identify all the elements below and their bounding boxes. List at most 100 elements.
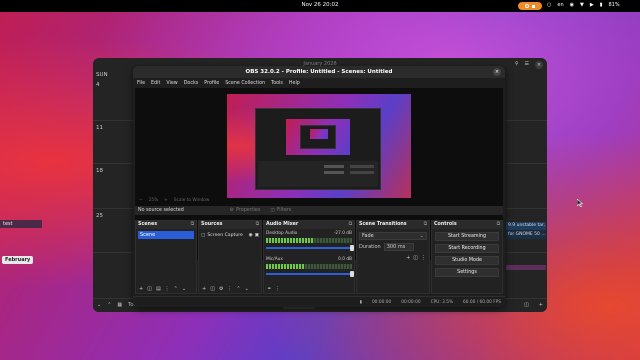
- network-icon: ▮: [359, 299, 362, 305]
- slider-handle[interactable]: [350, 245, 354, 251]
- menu-profile[interactable]: Profile: [204, 81, 219, 86]
- system-tray[interactable]: ○ en ◉ ▼ ▶ ▮ 81%: [547, 2, 620, 8]
- settings-button[interactable]: Settings: [435, 268, 499, 277]
- day-number[interactable]: 25: [96, 213, 103, 219]
- menu-tools[interactable]: Tools: [271, 81, 283, 86]
- calendar-event[interactable]: [506, 265, 546, 270]
- slider-handle[interactable]: [350, 271, 354, 277]
- studio-mode-button[interactable]: Studio Mode: [435, 256, 499, 265]
- no-source-label: No source selected: [138, 208, 184, 213]
- scene-list-item[interactable]: Scene: [138, 231, 194, 239]
- link-icon[interactable]: ⚭: [267, 286, 271, 292]
- more-icon[interactable]: ⋮: [275, 286, 280, 292]
- lock-icon[interactable]: ▣: [255, 233, 259, 238]
- transition-select[interactable]: Fade ⌄: [359, 232, 427, 240]
- mouse-cursor-icon: [577, 199, 583, 207]
- search-icon[interactable]: ⚲: [515, 61, 519, 69]
- close-icon[interactable]: ×: [493, 68, 501, 76]
- top-bar: Nov 26 20:02 ○ en ◉ ▼ ▶ ▮ 81%: [0, 0, 640, 12]
- mixer-channel: Desktop Audio -27.0 dB: [266, 231, 354, 255]
- clock[interactable]: Nov 26 20:02: [0, 2, 640, 8]
- dock-options-icon[interactable]: ⧉: [191, 221, 194, 229]
- dock-options-icon[interactable]: ⧉: [424, 221, 427, 229]
- language-indicator[interactable]: en: [557, 2, 563, 8]
- duration-input[interactable]: 300 ms: [383, 243, 415, 251]
- zoom-in-icon[interactable]: +: [164, 198, 168, 203]
- day-header: SUN: [96, 72, 108, 78]
- more-icon[interactable]: ⋮: [421, 255, 426, 261]
- accessibility-icon: ○: [547, 2, 552, 8]
- add-icon[interactable]: +: [406, 255, 410, 261]
- stop-icon: [532, 4, 535, 8]
- trash-icon[interactable]: ◫: [413, 255, 418, 261]
- calendar-header-actions: ⚲ ☰ ×: [515, 61, 543, 69]
- month-badge: February: [2, 256, 34, 264]
- monitor-icon: ▢: [201, 232, 206, 238]
- menu-view[interactable]: View: [166, 81, 177, 86]
- move-up-icon[interactable]: ⌃: [236, 286, 240, 292]
- move-up-icon[interactable]: ⌃: [174, 286, 178, 292]
- menu-help[interactable]: Help: [289, 81, 300, 86]
- wifi-icon: ▼: [580, 2, 584, 8]
- menu-edit[interactable]: Edit: [151, 81, 160, 86]
- dock-options-icon[interactable]: ⧉: [256, 221, 259, 229]
- window-title: OBS 32.0.2 - Profile: Untitled - Scenes:…: [133, 66, 505, 78]
- chevron-up-icon[interactable]: ⌃: [107, 302, 111, 308]
- day-number[interactable]: 4: [96, 82, 100, 88]
- move-down-icon[interactable]: ⌄: [182, 286, 186, 292]
- move-down-icon[interactable]: ⌄: [245, 286, 249, 292]
- calendar-event[interactable]: for GNOME 50 …: [506, 231, 546, 239]
- sidebar-icon[interactable]: ◫: [524, 302, 529, 308]
- zoom-out-icon[interactable]: −: [139, 198, 143, 203]
- gear-icon[interactable]: ⚙: [219, 286, 223, 292]
- meter-level: [266, 238, 314, 243]
- day-number[interactable]: 18: [96, 168, 103, 174]
- dock-title: Scene Transitions: [359, 222, 407, 227]
- controls-dock: Controls ⧉ Start Streaming Start Recordin…: [431, 220, 503, 294]
- scale-mode[interactable]: Scale to Window: [174, 198, 210, 203]
- menu-docks[interactable]: Docks: [184, 81, 199, 86]
- menu-bar: File Edit View Docks Profile Scene Colle…: [133, 79, 505, 87]
- channel-volume-db: -27.0 dB: [333, 231, 352, 236]
- nested-docks: [258, 161, 378, 187]
- add-icon[interactable]: +: [202, 286, 206, 292]
- channel-volume-db: 0.0 dB: [338, 257, 352, 262]
- start-streaming-button[interactable]: Start Streaming: [435, 232, 499, 241]
- menu-icon[interactable]: ☰: [525, 61, 529, 69]
- volume-slider[interactable]: [266, 245, 354, 251]
- menu-scene-collection[interactable]: Scene Collection: [225, 81, 265, 86]
- preview-statusbar: − 25% + Scale to Window: [135, 196, 503, 204]
- source-list-item[interactable]: ▢ Screen Capture ◉ ▣: [201, 231, 259, 239]
- calendar-event[interactable]: 9.9 unstable tar…: [506, 222, 546, 230]
- record-icon: [525, 4, 529, 8]
- dock-title: Audio Mixer: [266, 222, 299, 227]
- trash-icon[interactable]: ◫: [210, 286, 215, 292]
- menu-file[interactable]: File: [137, 81, 145, 86]
- filter-icon: ◫: [270, 208, 275, 213]
- eye-icon[interactable]: ◉: [249, 233, 253, 238]
- dock-options-icon[interactable]: ⧉: [349, 221, 352, 229]
- add-icon[interactable]: +: [139, 286, 143, 292]
- sources-dock: Sources ⧉ ▢ Screen Capture ◉ ▣ + ◫ ⚙ ⋮ ⌃ …: [198, 220, 262, 294]
- more-icon[interactable]: ⋮: [227, 286, 232, 292]
- more-icon[interactable]: ⋮: [165, 286, 170, 292]
- trash-icon[interactable]: ◫: [147, 286, 152, 292]
- preview-canvas[interactable]: [227, 94, 411, 198]
- chevron-down-icon[interactable]: ⌄: [97, 302, 101, 308]
- properties-button[interactable]: ⚙ Properties: [230, 208, 261, 213]
- volume-slider[interactable]: [266, 271, 354, 277]
- add-event-icon[interactable]: +: [539, 302, 543, 308]
- screen-recording-indicator[interactable]: [518, 2, 542, 10]
- close-icon[interactable]: ×: [535, 61, 543, 69]
- mixer-channel: Mic/Aux 0.0 dB: [266, 257, 354, 281]
- filter-icon[interactable]: ▤: [156, 286, 161, 292]
- calendar-event[interactable]: test: [0, 220, 42, 228]
- obs-window: OBS 32.0.2 - Profile: Untitled - Scenes:…: [133, 66, 505, 307]
- start-recording-button[interactable]: Start Recording: [435, 244, 499, 253]
- nested-obs-window: [255, 108, 381, 190]
- record-time: 00:00:00: [401, 299, 421, 305]
- nested-preview: [286, 119, 350, 155]
- day-number[interactable]: 11: [96, 125, 103, 131]
- dock-options-icon[interactable]: ⧉: [497, 221, 500, 229]
- filters-button[interactable]: ◫ Filters: [270, 208, 291, 213]
